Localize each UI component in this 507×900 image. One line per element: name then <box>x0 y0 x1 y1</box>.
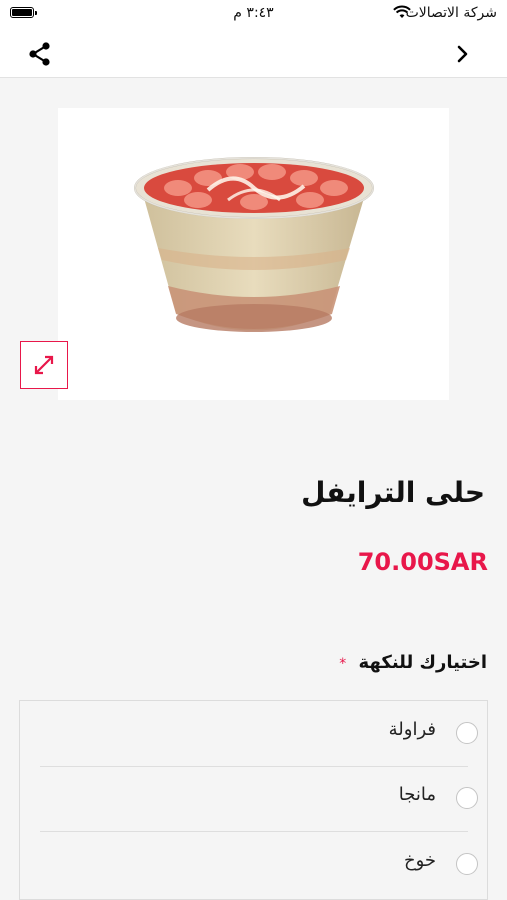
radio-button[interactable] <box>456 787 478 809</box>
flavor-option-mango[interactable]: مانجا <box>40 766 478 832</box>
flavor-option-strawberry[interactable]: فراولة <box>40 701 478 767</box>
flavor-label-text: اختيارك للنكهة <box>358 652 487 673</box>
flavor-option-peach[interactable]: خوخ <box>40 832 478 897</box>
product-price: 70.00SAR <box>357 548 488 576</box>
share-button[interactable] <box>26 40 54 68</box>
back-button[interactable] <box>453 42 473 66</box>
top-navigation-bar <box>0 30 507 78</box>
option-label: فراولة <box>388 719 436 740</box>
share-icon <box>29 42 50 66</box>
flavor-options-list: فراولة مانجا خوخ <box>19 700 488 900</box>
product-title: حلى الترايفل <box>301 476 485 509</box>
option-label: مانجا <box>398 784 436 805</box>
trifle-cup-image <box>134 157 374 332</box>
flavor-label: اختيارك للنكهة * <box>339 652 487 673</box>
carrier-name: شركة الاتصالات <box>405 5 497 21</box>
expand-image-button[interactable] <box>20 341 68 389</box>
product-image[interactable] <box>58 108 449 400</box>
required-mark: * <box>339 656 347 672</box>
chevron-right-icon <box>457 45 468 63</box>
status-bar: ٣:٤٣ م شركة الاتصالات <box>0 0 507 30</box>
radio-button[interactable] <box>456 722 478 744</box>
expand-arrows-icon <box>34 355 54 375</box>
radio-button[interactable] <box>456 853 478 875</box>
option-label: خوخ <box>403 850 436 871</box>
